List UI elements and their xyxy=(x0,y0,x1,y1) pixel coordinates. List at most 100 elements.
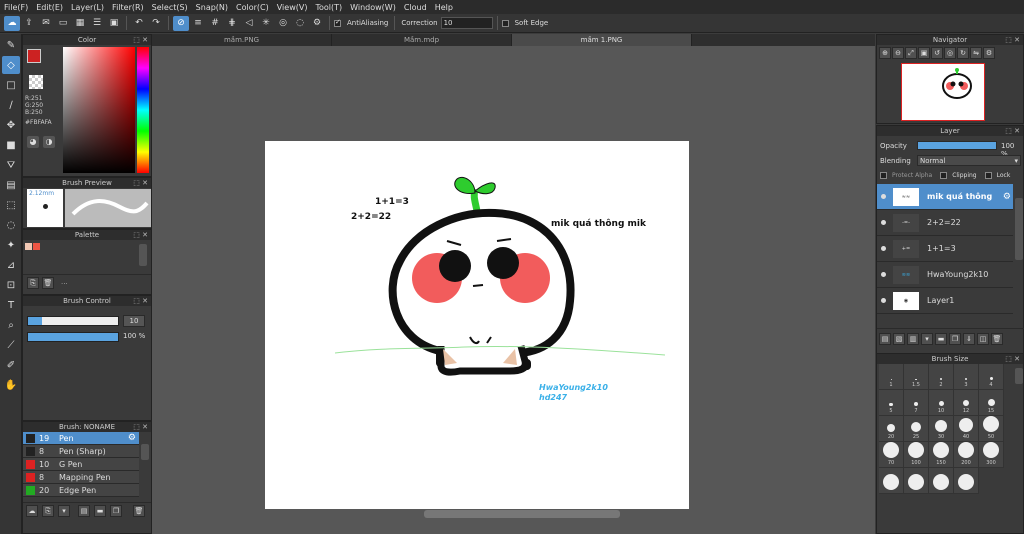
brush-item[interactable]: 19 Pen ⚙ xyxy=(23,432,139,445)
panel-close-icon[interactable]: ⬚ ✕ xyxy=(133,230,148,240)
foreground-color-swatch[interactable] xyxy=(27,49,41,63)
delete-palette-icon[interactable]: 🗑 xyxy=(42,277,54,289)
reset-rotation-icon[interactable]: ◎ xyxy=(944,47,956,59)
add-layer-menu-icon[interactable]: ▾ xyxy=(921,333,933,345)
grid-icon[interactable]: ▦ xyxy=(72,16,88,31)
brush-size-scrollbar[interactable] xyxy=(1015,368,1023,384)
eye-icon[interactable] xyxy=(881,194,886,199)
color-mode-icon[interactable]: ◑ xyxy=(43,136,55,148)
gear-icon[interactable]: ⚙ xyxy=(1003,192,1011,202)
brush-size-cell[interactable]: 15 xyxy=(979,390,1004,416)
brush-size-cell[interactable]: 40 xyxy=(954,416,979,442)
select-tool-icon[interactable]: ⬚ xyxy=(2,196,20,214)
select-eraser-tool-icon[interactable]: ⊡ xyxy=(2,276,20,294)
brush-item[interactable]: 10 G Pen xyxy=(23,458,139,471)
brush-size-cell[interactable]: 25 xyxy=(904,416,929,442)
pen-tool-icon[interactable]: ✐ xyxy=(2,356,20,374)
brush-item[interactable]: 20 Edge Pen xyxy=(23,484,139,497)
duplicate-layer-icon[interactable]: ❐ xyxy=(949,333,961,345)
comment-icon[interactable]: ✉ xyxy=(38,16,54,31)
brush-size-cell[interactable]: 50 xyxy=(979,416,1004,442)
layer-folder-icon[interactable]: ▬ xyxy=(935,333,947,345)
add-brush-icon[interactable]: ▾ xyxy=(58,505,70,517)
tab-mam-mdp[interactable]: Mầm.mdp xyxy=(332,34,512,46)
saturation-value-picker[interactable] xyxy=(63,47,135,173)
menu-file[interactable]: File(F) xyxy=(4,3,28,12)
panel-close-icon[interactable]: ⬚ ✕ xyxy=(133,422,148,432)
lock-checkbox[interactable] xyxy=(984,172,992,179)
merge-layer-icon[interactable]: ⇓ xyxy=(963,333,975,345)
new-halftone-layer-icon[interactable]: ▧ xyxy=(893,333,905,345)
divide-tool-icon[interactable]: ⌕ xyxy=(2,316,20,334)
chat-icon[interactable]: ▭ xyxy=(55,16,71,31)
brush-size-cell[interactable]: 12 xyxy=(954,390,979,416)
snap-parallel-icon[interactable]: ≡ xyxy=(190,16,206,31)
correction-select[interactable]: 10 xyxy=(440,17,493,29)
select-pen-tool-icon[interactable]: ⊿ xyxy=(2,256,20,274)
clipping-checkbox[interactable] xyxy=(940,172,948,179)
brush-size-cell[interactable]: 7 xyxy=(904,390,929,416)
list-icon[interactable]: ☰ xyxy=(89,16,105,31)
blending-select[interactable]: Normal ▾ xyxy=(917,155,1021,166)
eye-icon[interactable] xyxy=(881,246,886,251)
brush-size-slider[interactable] xyxy=(27,316,119,326)
gradient-tool-icon[interactable]: ▤ xyxy=(2,176,20,194)
menu-layer[interactable]: Layer(L) xyxy=(71,3,104,12)
snap-grid-icon[interactable]: # xyxy=(207,16,223,31)
dot-pen-tool-icon[interactable]: ∕ xyxy=(2,96,20,114)
brush-opacity-slider[interactable] xyxy=(27,332,119,342)
antialiasing-checkbox[interactable] xyxy=(334,18,341,27)
brush-folder-icon[interactable]: ▬ xyxy=(94,505,106,517)
soft-edge-checkbox[interactable] xyxy=(501,19,509,27)
cloud-icon[interactable]: ☁ xyxy=(4,15,20,31)
brush-size-cell[interactable]: 4 xyxy=(979,364,1004,390)
menu-tool[interactable]: Tool(T) xyxy=(315,3,342,12)
horizontal-scrollbar[interactable] xyxy=(424,510,620,518)
brush-size-cell[interactable]: 3 xyxy=(954,364,979,390)
flip-icon[interactable]: ⇋ xyxy=(970,47,982,59)
share-icon[interactable]: ⇪ xyxy=(21,16,37,31)
actual-size-icon[interactable]: ▣ xyxy=(918,47,930,59)
snap-settings-icon[interactable]: ⚙ xyxy=(309,16,325,31)
layer-row[interactable]: ≈≈ mik quá thông ⚙ xyxy=(877,184,1013,210)
brush-size-cell[interactable]: 1.5 xyxy=(904,364,929,390)
gear-icon[interactable]: ⚙ xyxy=(128,433,136,443)
brush-item[interactable]: 8 Pen (Sharp) xyxy=(23,445,139,458)
new-layer-icon[interactable]: ▤ xyxy=(879,333,891,345)
brush-file-icon[interactable]: ▤ xyxy=(78,505,90,517)
eye-icon[interactable] xyxy=(881,272,886,277)
menu-cloud[interactable]: Cloud xyxy=(404,3,427,12)
eyedropper-tool-icon[interactable]: ⟋ xyxy=(2,336,20,354)
color-wheel-icon[interactable]: ◕ xyxy=(27,136,39,148)
snap-curve-icon[interactable]: ◌ xyxy=(292,16,308,31)
panel-close-icon[interactable]: ⬚ ✕ xyxy=(133,35,148,45)
text-tool-icon[interactable]: T xyxy=(2,296,20,314)
menu-filter[interactable]: Filter(R) xyxy=(112,3,144,12)
brush-size-cell[interactable]: 5 xyxy=(879,390,904,416)
bucket-tool-icon[interactable]: ⛛ xyxy=(2,156,20,174)
layer-row[interactable]: ≋≋ HwaYoung2k10 xyxy=(877,262,1013,288)
hue-slider[interactable] xyxy=(137,47,149,173)
brush-size-cell[interactable]: 30 xyxy=(929,416,954,442)
brush-item[interactable]: 8 Mapping Pen xyxy=(23,471,139,484)
redo-icon[interactable]: ↷ xyxy=(148,16,164,31)
hand-tool-icon[interactable]: ✋ xyxy=(2,376,20,394)
menu-select[interactable]: Select(S) xyxy=(152,3,188,12)
brush-size-cell[interactable] xyxy=(879,468,904,494)
brush-size-cell[interactable]: 2 xyxy=(929,364,954,390)
brush-size-value[interactable]: 10 xyxy=(123,315,145,327)
palette-swatch[interactable] xyxy=(25,243,32,250)
undo-icon[interactable]: ↶ xyxy=(131,16,147,31)
new-brush-icon[interactable]: ⎘ xyxy=(42,505,54,517)
menu-window[interactable]: Window(W) xyxy=(350,3,396,12)
protect-alpha-checkbox[interactable] xyxy=(880,172,887,179)
brush-size-cell[interactable] xyxy=(929,468,954,494)
zoom-in-icon[interactable]: ⊕ xyxy=(879,47,891,59)
brush-size-cell[interactable]: 1 xyxy=(879,364,904,390)
layer-scrollbar[interactable] xyxy=(1015,198,1023,260)
panel-close-icon[interactable]: ⬚ ✕ xyxy=(133,296,148,306)
navigator-settings-icon[interactable]: ⚙ xyxy=(983,47,995,59)
panel-close-icon[interactable]: ⬚ ✕ xyxy=(1005,35,1020,45)
drawing-canvas[interactable]: 1+1=3 2+2=22 mik quá thông mik HwaYoung2… xyxy=(265,141,689,509)
eye-icon[interactable] xyxy=(881,298,886,303)
